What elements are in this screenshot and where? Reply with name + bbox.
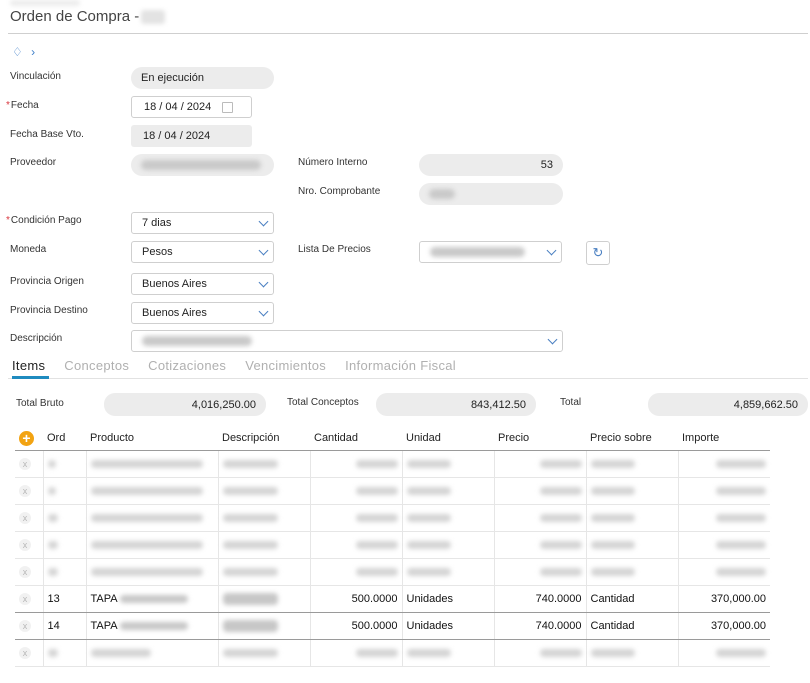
refresh-button[interactable]: ↻: [586, 241, 610, 265]
cell-unidad: Unidades: [402, 612, 495, 640]
fecha-base-field: 18 / 04 / 2024: [131, 125, 252, 147]
col-ord[interactable]: Ord: [43, 426, 86, 451]
chevron-down-icon: [547, 334, 558, 345]
title-divider: [8, 33, 808, 34]
items-table: + Ord Producto Descripción Cantidad Unid…: [15, 426, 770, 667]
col-unidad[interactable]: Unidad: [402, 426, 494, 451]
lista-precios-select[interactable]: [419, 241, 562, 263]
close-icon[interactable]: x: [19, 593, 31, 605]
cell-importe: 370,000.00: [678, 612, 770, 640]
label-numero-interno: Número Interno: [298, 157, 368, 168]
add-item-button[interactable]: +: [19, 430, 34, 446]
top-blur: [10, 0, 80, 6]
total-bruto-field: 4,016,250.00: [104, 393, 266, 416]
label-fecha: Fecha: [6, 100, 39, 111]
cell-precio: 740.0000: [494, 585, 587, 613]
col-precio[interactable]: Precio: [494, 426, 586, 451]
label-nro-comprobante: Nro. Comprobante: [298, 186, 381, 197]
cell-producto: TAPA: [86, 612, 219, 640]
table-row[interactable]: x: [15, 477, 770, 505]
table-row[interactable]: x 14 TAPA 500.0000 Unidades 740.0000 Can…: [15, 612, 770, 640]
tab-items[interactable]: Items: [12, 358, 45, 373]
cell-importe: 370,000.00: [678, 585, 770, 613]
close-icon[interactable]: x: [19, 647, 31, 659]
fecha-input[interactable]: 18 / 04 / 2024: [131, 96, 252, 118]
label-condicion-pago: Condición Pago: [6, 215, 82, 226]
active-tab-indicator: [12, 376, 49, 379]
chevron-down-icon: [258, 277, 269, 288]
proveedor-field[interactable]: [131, 154, 274, 176]
total-conceptos-field: 843,412.50: [376, 393, 536, 416]
table-row[interactable]: x: [15, 450, 770, 478]
chevron-right-icon: ›: [31, 45, 36, 59]
vinculacion-field: En ejecución: [131, 67, 274, 89]
tab-vencimientos[interactable]: Vencimientos: [245, 358, 326, 373]
label-proveedor: Proveedor: [10, 157, 57, 168]
table-row[interactable]: x: [15, 639, 770, 667]
total-field: 4,859,662.50: [648, 393, 808, 416]
label-provincia-origen: Provincia Origen: [10, 276, 84, 287]
provincia-origen-select[interactable]: Buenos Aires: [131, 273, 274, 295]
cell-cantidad: 500.0000: [310, 612, 403, 640]
total-bruto-label: Total Bruto: [16, 398, 64, 409]
close-icon[interactable]: x: [19, 539, 31, 551]
col-descripcion[interactable]: Descripción: [218, 426, 310, 451]
cell-precio: 740.0000: [494, 612, 587, 640]
tab-conceptos[interactable]: Conceptos: [64, 358, 129, 373]
provincia-destino-select[interactable]: Buenos Aires: [131, 302, 274, 324]
numero-interno-field: 53: [419, 154, 563, 176]
col-cantidad[interactable]: Cantidad: [310, 426, 402, 451]
cell-ord: 13: [43, 585, 87, 613]
close-icon[interactable]: x: [19, 485, 31, 497]
page-title: Orden de Compra -: [10, 8, 166, 25]
label-lista-precios: Lista De Precios: [298, 244, 371, 255]
table-row[interactable]: x: [15, 504, 770, 532]
cell-descripcion: [218, 612, 311, 640]
cell-cantidad: 500.0000: [310, 585, 403, 613]
table-row[interactable]: x: [15, 531, 770, 559]
chevron-down-icon: [258, 306, 269, 317]
label-vinculacion: Vinculación: [10, 71, 61, 82]
tag-icon: ♢: [12, 45, 23, 59]
total-label: Total: [560, 397, 582, 408]
col-importe[interactable]: Importe: [678, 426, 770, 451]
refresh-icon: ↻: [592, 245, 604, 260]
close-icon[interactable]: x: [19, 458, 31, 470]
close-icon[interactable]: x: [19, 620, 31, 632]
label-fecha-base: Fecha Base Vto.: [10, 129, 84, 140]
tag-toggle[interactable]: ♢ ›: [12, 45, 35, 59]
chevron-down-icon: [258, 216, 269, 227]
label-provincia-destino: Provincia Destino: [10, 305, 88, 316]
cell-unidad: Unidades: [402, 585, 495, 613]
cell-precio-sobre: Cantidad: [586, 585, 679, 613]
label-descripcion: Descripción: [10, 333, 63, 344]
table-row[interactable]: x: [15, 558, 770, 586]
tab-cotizaciones[interactable]: Cotizaciones: [148, 358, 226, 373]
nro-comprobante-field[interactable]: [419, 183, 563, 205]
table-row[interactable]: x 13 TAPA 500.0000 Unidades 740.0000 Can…: [15, 585, 770, 613]
tab-bar: Items Conceptos Cotizaciones Vencimiento…: [12, 358, 475, 373]
col-producto[interactable]: Producto: [86, 426, 218, 451]
calendar-icon[interactable]: [222, 102, 233, 113]
chevron-down-icon: [258, 245, 269, 256]
total-conceptos-label: Total Conceptos: [287, 397, 359, 408]
cell-precio-sobre: Cantidad: [586, 612, 679, 640]
close-icon[interactable]: x: [19, 512, 31, 524]
col-precio-sobre[interactable]: Precio sobre: [586, 426, 678, 451]
tab-informacion-fiscal[interactable]: Información Fiscal: [345, 358, 456, 373]
condicion-pago-select[interactable]: 7 dias: [131, 212, 274, 234]
moneda-select[interactable]: Pesos: [131, 241, 274, 263]
close-icon[interactable]: x: [19, 566, 31, 578]
cell-producto: TAPA: [86, 585, 219, 613]
chevron-down-icon: [546, 245, 557, 256]
label-moneda: Moneda: [10, 244, 47, 255]
tabs-divider: [8, 378, 808, 379]
descripcion-select[interactable]: [131, 330, 563, 352]
cell-descripcion: [218, 585, 311, 613]
cell-ord: 14: [43, 612, 87, 640]
